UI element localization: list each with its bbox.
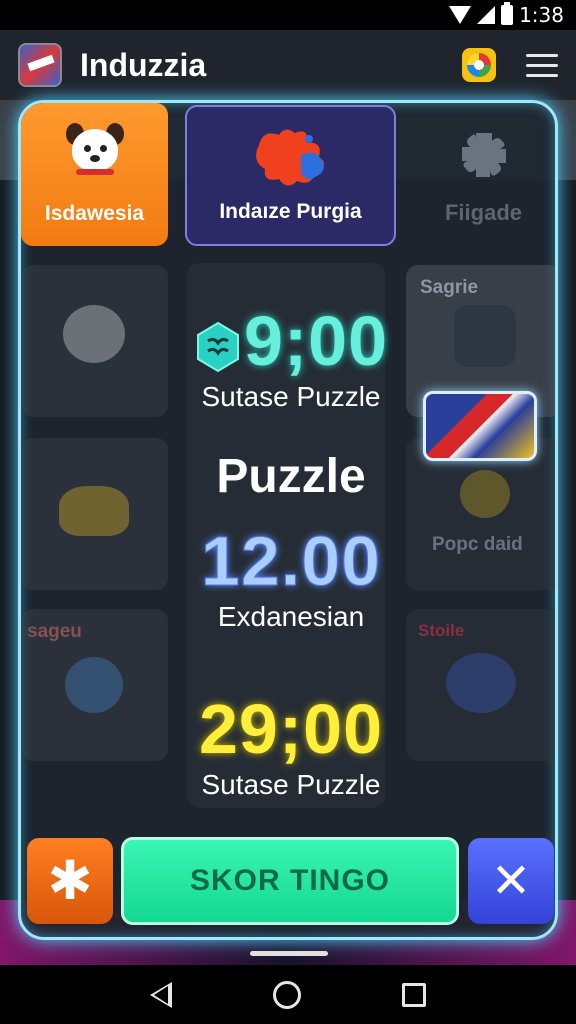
faded-tile-label: Sagrie	[420, 277, 479, 298]
score-value: 29;00	[198, 690, 384, 768]
home-indicator[interactable]	[250, 951, 328, 956]
center-title-block: Puzzle	[171, 449, 411, 504]
score-caption: Exdanesian	[217, 601, 365, 632]
score-caption: Sutase Puzzle	[201, 769, 381, 800]
brain-icon	[196, 321, 239, 372]
back-icon[interactable]	[150, 981, 173, 1008]
signal-icon	[477, 6, 496, 24]
app-logo-icon[interactable]	[18, 43, 62, 87]
score-value: 12.00	[200, 522, 382, 601]
score-caption: Sutase Puzzle	[201, 381, 381, 412]
score-block-3: 29;00 Sutase Puzzle	[171, 689, 411, 801]
score-value: 9;00	[171, 301, 411, 381]
status-time: 1:38	[519, 3, 564, 27]
faded-tile	[21, 438, 168, 590]
faded-tile: Stoile	[406, 609, 555, 761]
system-nav-bar	[0, 965, 576, 1024]
dog-icon	[66, 123, 124, 177]
status-bar: 1:38	[0, 0, 576, 30]
category-tile-isdawesia[interactable]: Isdawesia	[21, 103, 168, 246]
close-button[interactable]: ✕	[468, 838, 554, 924]
score-block-1: 9;00 Sutase Puzzle	[171, 301, 411, 413]
close-icon: ✕	[490, 853, 532, 909]
skor-tingo-button[interactable]: SKOR TINGO	[121, 837, 459, 925]
faded-tile	[21, 265, 168, 417]
faded-tile-label: sageu	[27, 621, 82, 642]
center-title: Puzzle	[216, 450, 366, 503]
tile-label: Fiigade	[444, 200, 522, 225]
category-tile-puzzle[interactable]: Indaıze Purgia	[185, 105, 396, 246]
puzzle-piece-icon	[256, 129, 325, 186]
app-title: Induzzia	[80, 46, 207, 83]
color-picker-icon[interactable]	[462, 48, 496, 82]
home-icon[interactable]	[272, 980, 301, 1009]
star-button[interactable]: ✱	[27, 838, 113, 924]
battery-icon	[501, 2, 514, 25]
faded-tile-label: Stoile	[418, 621, 465, 640]
gear-puzzle-icon	[462, 133, 506, 177]
faded-tile-label: Popc daid	[432, 534, 523, 555]
score-block-2: 12.00 Exdanesian	[171, 521, 411, 633]
tile-label: Indaıze Purgia	[219, 200, 362, 223]
faded-tile: sageu	[21, 609, 168, 761]
tile-label: Isdawesia	[44, 202, 145, 225]
hamburger-menu-icon[interactable]	[526, 53, 558, 77]
wifi-icon	[449, 6, 472, 24]
flag-puzzle-thumbnail[interactable]	[423, 391, 537, 461]
app-bar: Induzzia	[0, 30, 576, 100]
recent-apps-icon[interactable]	[401, 982, 426, 1007]
category-tile-fiigade[interactable]: Fiigade	[406, 103, 555, 246]
asterisk-icon: ✱	[47, 849, 93, 912]
puzzle-modal: sageu Sagrie Popc daid Stoile Isdawesia	[18, 100, 558, 940]
